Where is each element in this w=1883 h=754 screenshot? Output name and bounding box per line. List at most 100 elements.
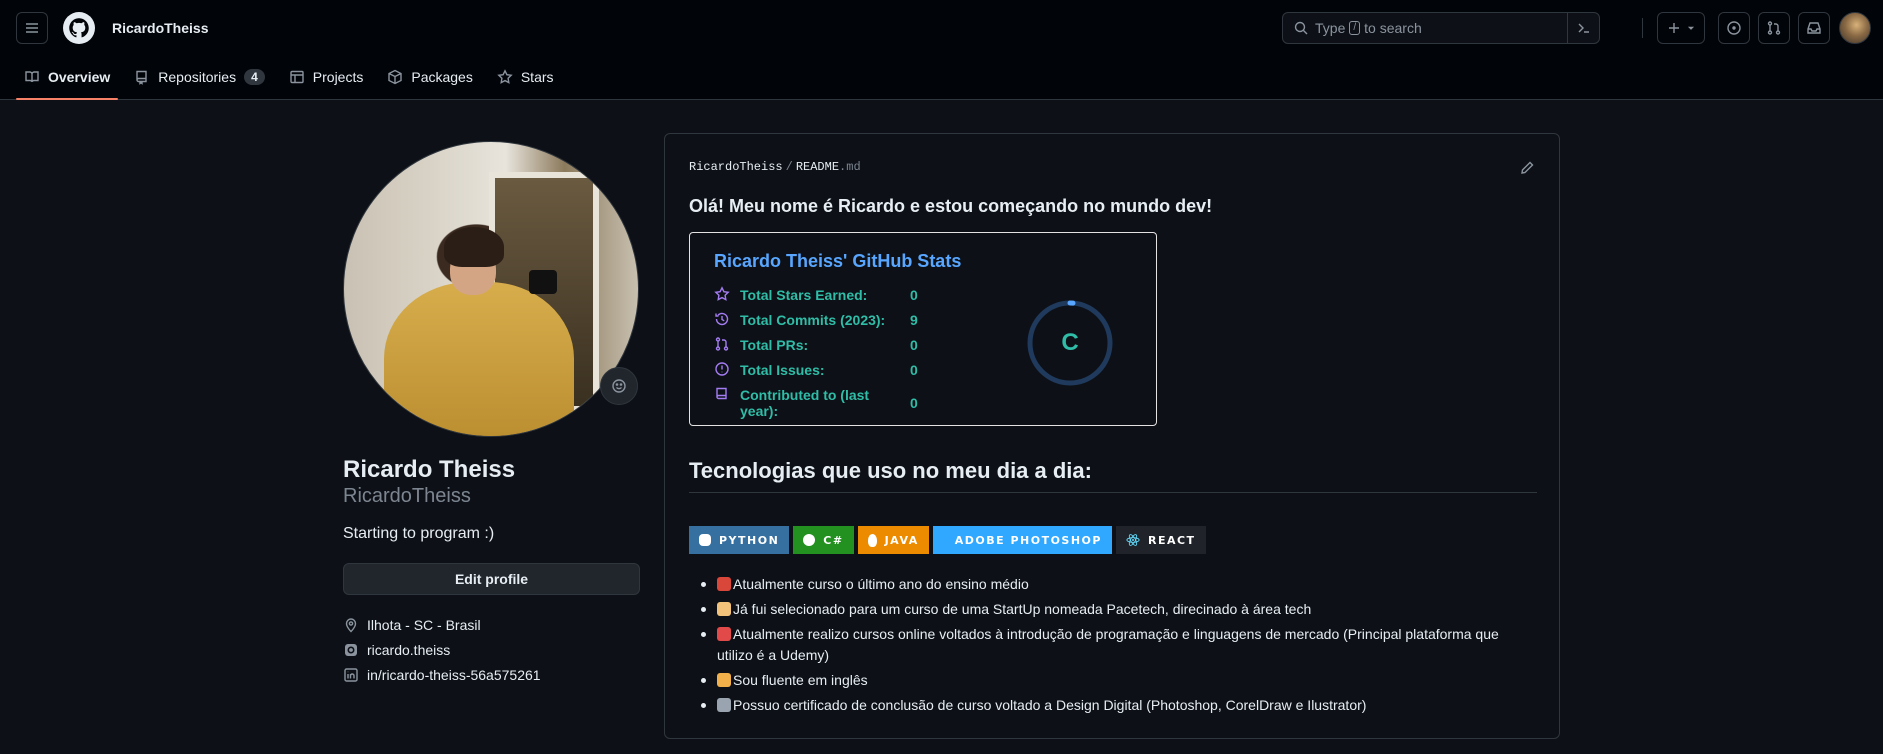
table-icon (290, 70, 304, 84)
tab-repositories[interactable]: Repositories 4 (126, 62, 273, 92)
pencil-icon (1521, 161, 1534, 174)
list-item: Possuo certificado de conclusão de curso… (689, 695, 1537, 716)
profile-bio: Starting to program :) (343, 525, 495, 542)
tech-heading: Tecnologias que uso no meu dia a dia: (689, 458, 1537, 493)
github-stats-card: Ricardo Theiss' GitHub Stats Total Stars… (689, 232, 1157, 426)
header-divider (1642, 18, 1643, 38)
list-item: Sou fluente em inglês (689, 670, 1537, 691)
location-text: Ilhota - SC - Brasil (367, 617, 481, 633)
pull-request-icon (715, 337, 729, 351)
issue-icon (715, 362, 729, 376)
stats-row-prs: Total PRs: 0 (714, 337, 918, 353)
search-key-hint: / (1349, 21, 1361, 35)
badge-java[interactable]: JAVA (857, 526, 929, 554)
edit-readme-button[interactable] (1519, 160, 1535, 179)
issue-opened-icon (1727, 21, 1741, 35)
profile-full-name: Ricardo Theiss (343, 456, 516, 483)
history-icon (715, 312, 729, 326)
list-item-text: Já fui selecionado para um curso de uma … (733, 601, 1312, 617)
badge-react[interactable]: REACT (1115, 526, 1206, 554)
stats-issues-label: Total Issues: (740, 362, 825, 378)
tab-stars[interactable]: Stars (489, 62, 562, 92)
search-suffix: to search (1364, 20, 1422, 36)
technologist-icon (717, 602, 731, 616)
git-pull-request-icon (1767, 21, 1781, 35)
linkedin-icon (344, 668, 358, 682)
stats-contributed-value: 0 (910, 395, 918, 411)
inbox-button[interactable] (1798, 12, 1830, 44)
stats-grade-ring: C (1026, 299, 1114, 387)
profile-instagram[interactable]: ricardo.theiss (343, 642, 450, 658)
app-header: RicardoTheiss Type / to search Overview … (0, 0, 1883, 100)
badge-python-label: PYTHON (719, 533, 780, 547)
repo-icon (716, 387, 727, 400)
tab-packages-label: Packages (411, 69, 473, 85)
github-logo[interactable] (63, 12, 95, 44)
stats-issues-value: 0 (910, 362, 918, 378)
stats-row-stars: Total Stars Earned: 0 (714, 286, 918, 303)
profile-location: Ilhota - SC - Brasil (343, 617, 481, 633)
stats-row-contributed: Contributed to (last year): 0 (714, 387, 918, 419)
instagram-icon (345, 644, 357, 656)
stats-stars-label: Total Stars Earned: (740, 287, 868, 303)
list-item-text: Sou fluente em inglês (733, 672, 868, 688)
edit-profile-button[interactable]: Edit profile (343, 563, 640, 595)
tab-overview[interactable]: Overview (16, 62, 119, 100)
react-icon (1126, 534, 1140, 546)
tab-overview-label: Overview (48, 69, 111, 85)
inbox-icon (1807, 22, 1821, 34)
location-icon (345, 618, 357, 633)
badge-python[interactable]: PYTHON (689, 526, 790, 554)
readme-greeting: Olá! Meu nome é Ricardo e estou começand… (689, 196, 1213, 216)
terminal-icon (1578, 23, 1589, 33)
tab-projects[interactable]: Projects (281, 62, 372, 92)
issues-button[interactable] (1718, 12, 1750, 44)
list-item: Atualmente curso o último ano do ensino … (689, 574, 1537, 595)
triangle-down-icon (1688, 26, 1694, 30)
set-status-button[interactable] (600, 367, 638, 405)
star-icon (497, 69, 513, 84)
readme-path-file[interactable]: README (796, 160, 839, 174)
instagram-link[interactable]: ricardo.theiss (367, 642, 450, 658)
header-username[interactable]: RicardoTheiss (112, 20, 208, 36)
user-avatar-menu[interactable] (1839, 12, 1871, 44)
package-icon (388, 69, 403, 85)
create-new-button[interactable] (1657, 12, 1705, 44)
list-item-text: Possuo certificado de conclusão de curso… (733, 697, 1367, 713)
calendar-icon (717, 627, 731, 641)
readme-path-user[interactable]: RicardoTheiss (689, 160, 783, 174)
java-icon (867, 533, 877, 547)
badge-csharp[interactable]: C# (793, 526, 854, 554)
stats-row-issues: Total Issues: 0 (714, 362, 918, 378)
repositories-count: 4 (244, 69, 265, 85)
smiley-icon (612, 379, 626, 393)
profile-login: RicardoTheiss (343, 485, 471, 507)
search-icon (1294, 21, 1308, 35)
badge-photoshop[interactable]: ADOBE PHOTOSHOP (932, 526, 1112, 554)
readme-path: RicardoTheiss / README.md (689, 160, 861, 174)
readme-path-separator: / (785, 160, 793, 174)
list-item-text: Atualmente curso o último ano do ensino … (733, 576, 1029, 592)
stats-prs-value: 0 (910, 337, 918, 353)
linkedin-link[interactable]: in/ricardo-theiss-56a575261 (367, 667, 541, 683)
plus-icon (1669, 23, 1679, 33)
badge-photoshop-label: ADOBE PHOTOSHOP (954, 533, 1102, 547)
github-icon (69, 18, 89, 38)
readme-path-extension: .md (839, 160, 861, 174)
tech-badges: PYTHON C# JAVA ADOBE PHOTOSHOP REACT (689, 526, 1206, 554)
stats-contributed-label: Contributed to (last year): (740, 387, 870, 419)
profile-avatar (343, 141, 639, 437)
search-input[interactable]: Type / to search (1282, 12, 1600, 44)
pull-requests-button[interactable] (1758, 12, 1790, 44)
profile-linkedin[interactable]: in/ricardo-theiss-56a575261 (343, 667, 541, 683)
command-palette-button[interactable] (1567, 13, 1599, 43)
menu-button[interactable] (16, 12, 48, 44)
profile-readme: RicardoTheiss / README.md Olá! Meu nome é … (664, 133, 1560, 739)
stats-row-commits: Total Commits (2023): 9 (714, 312, 918, 328)
tab-packages[interactable]: Packages (379, 62, 480, 92)
badge-react-label: REACT (1147, 533, 1196, 547)
stats-commits-label: Total Commits (2023): (740, 312, 886, 328)
readme-bullet-list: Atualmente curso o último ano do ensino … (689, 574, 1537, 720)
profile-tabs: Overview Repositories 4 Projects Package… (16, 62, 570, 100)
tab-repositories-label: Repositories (158, 69, 237, 85)
